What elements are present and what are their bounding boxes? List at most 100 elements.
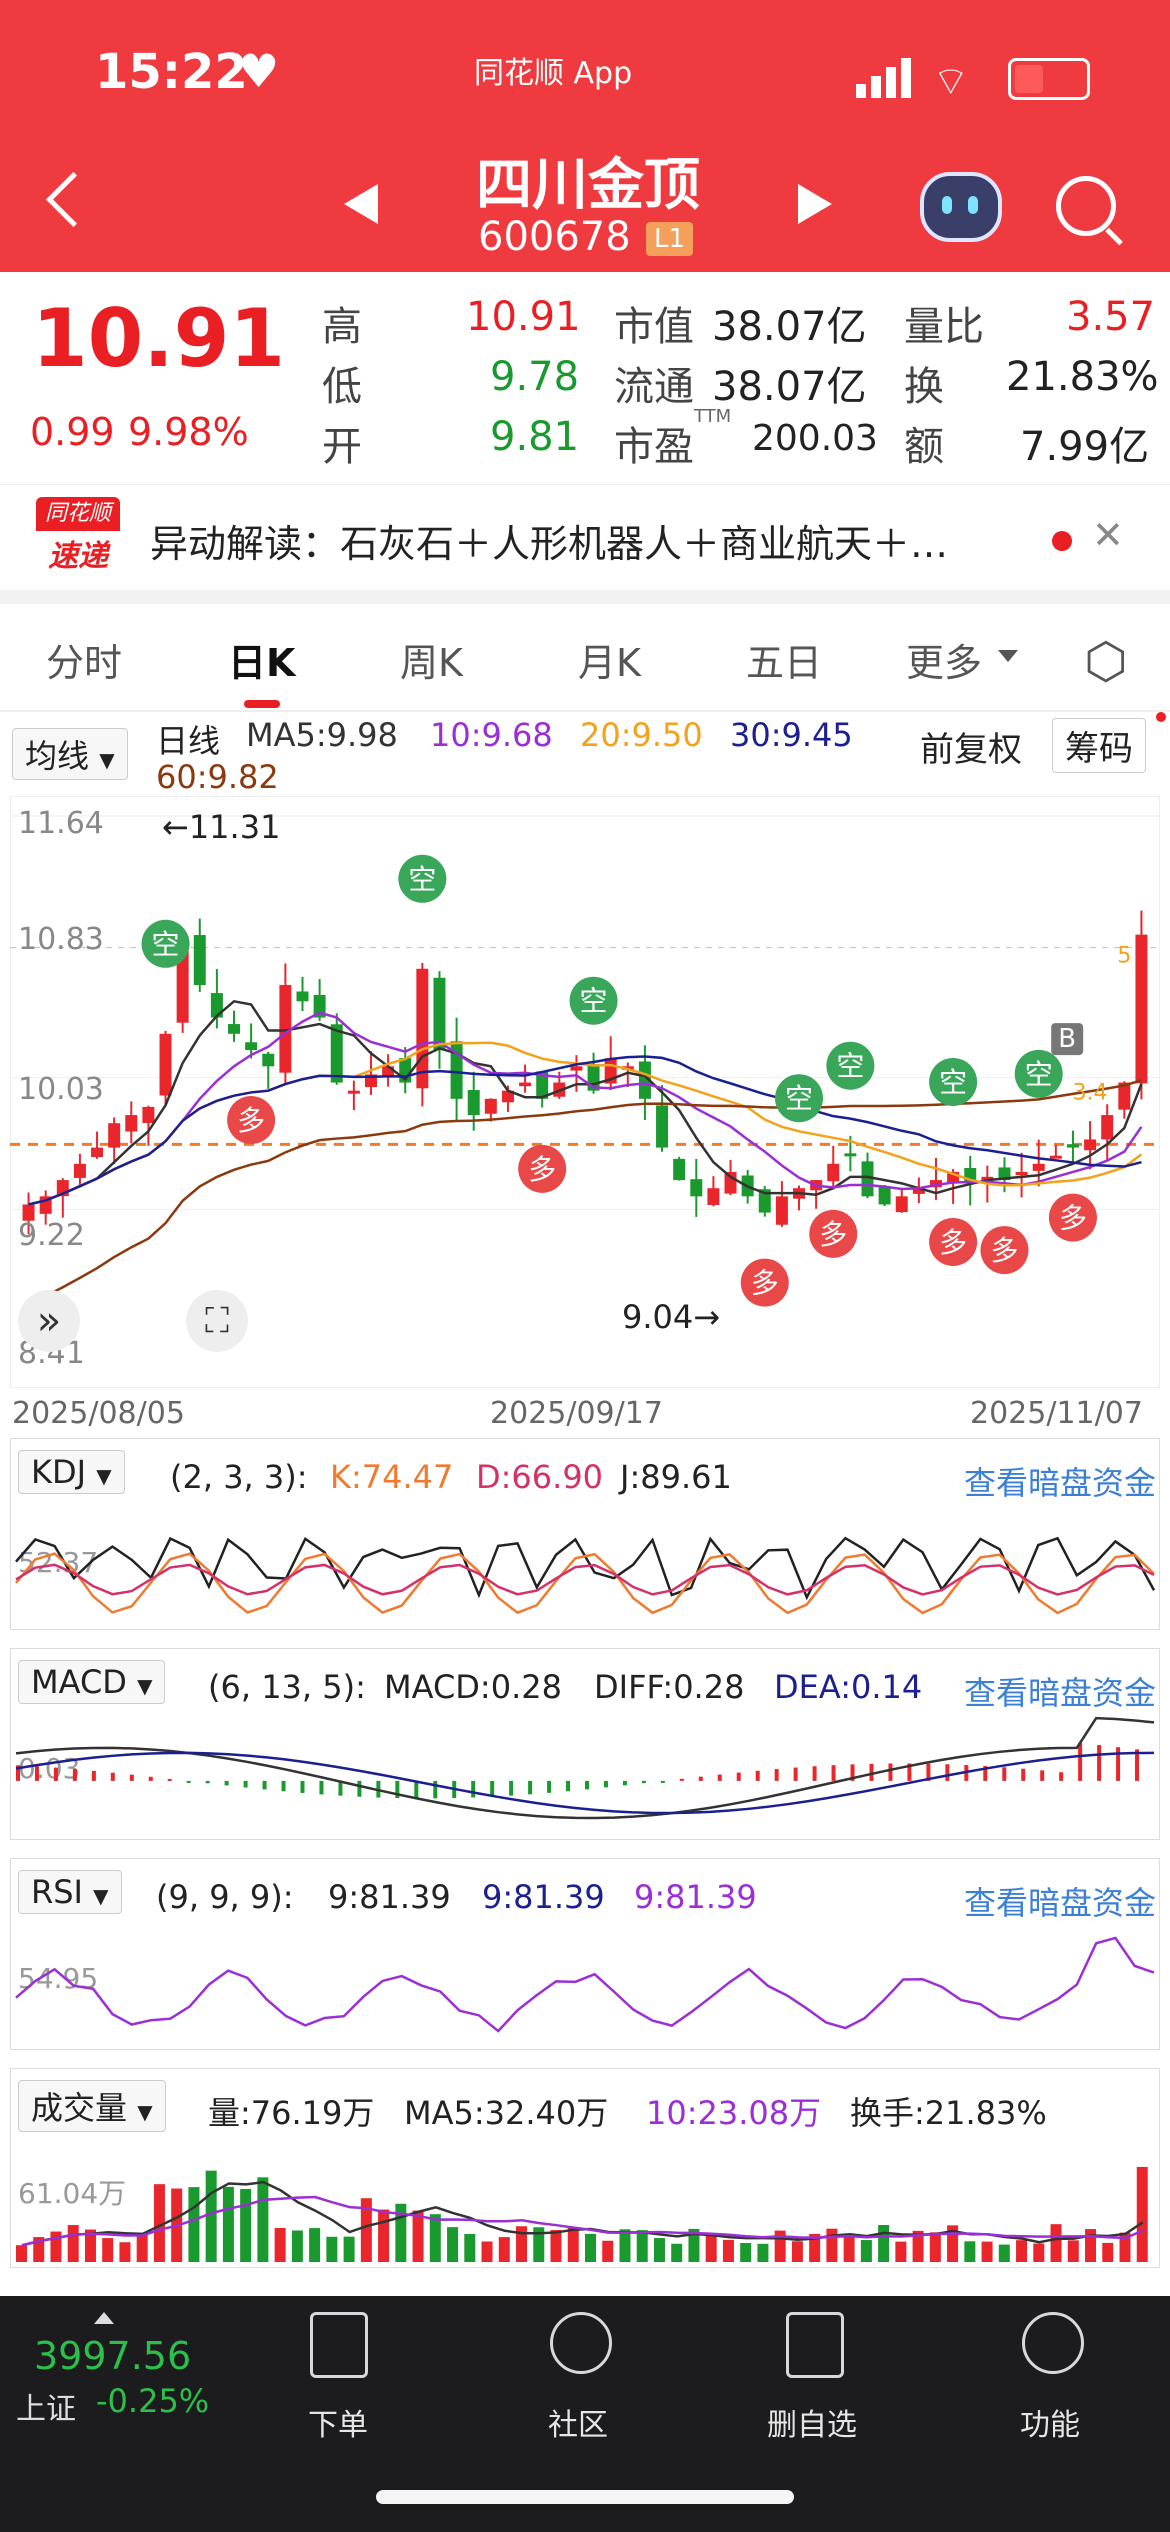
level-badge: L1 — [646, 222, 694, 256]
volume-bar — [343, 2236, 355, 2262]
macdchart-bar — [945, 1764, 950, 1781]
macdchart-bar — [698, 1776, 703, 1781]
date-start: 2025/08/05 — [12, 1396, 185, 1431]
macdchart-bar — [471, 1780, 476, 1798]
macdchart-bar — [1002, 1767, 1007, 1781]
volume-bar — [550, 2230, 562, 2262]
tab-weekly-k[interactable]: 周K — [400, 632, 463, 687]
last-price: 10.91 — [32, 292, 286, 385]
volume-bar — [429, 2214, 441, 2262]
back-icon[interactable] — [45, 171, 102, 228]
short-signal-label: 空 — [1025, 1058, 1053, 1091]
macd-dark-pool-link[interactable]: 查看暗盘资金 — [964, 1668, 1156, 1714]
kline-chart[interactable]: 空多空多空空空多多多多空空多SB563.4 — [10, 796, 1160, 1388]
candle-body — [673, 1158, 686, 1181]
tab-five-day[interactable]: 五日 — [746, 632, 822, 687]
ma5-value: MA5:9.98 — [246, 716, 398, 754]
index-value[interactable]: 3997.56 — [34, 2334, 191, 2378]
chevron-down-icon: ▼ — [99, 748, 115, 772]
order-button[interactable]: 下单 — [268, 2400, 408, 2444]
volume-selector[interactable]: 成交量 ▼ — [18, 2080, 166, 2132]
news-banner[interactable]: 同花顺 速递 异动解读：石灰石＋人形机器人＋商业航天＋… ✕ — [0, 484, 1170, 591]
candle-body — [125, 1115, 138, 1132]
kdj-dark-pool-link[interactable]: 查看暗盘资金 — [964, 1458, 1156, 1504]
candle-body — [296, 991, 309, 1002]
volume-value: 量:76.19万 — [208, 2094, 375, 2132]
next-stock-icon[interactable] — [798, 184, 832, 224]
app-header: 15:22 ♥ 同花顺 App ⌔ 四川金顶 600678 L1 — [0, 0, 1170, 272]
banner-text: 异动解读：石灰石＋人形机器人＋商业航天＋… — [150, 522, 949, 566]
tabs-underline — [0, 710, 1170, 712]
volume-bar — [16, 2245, 27, 2262]
candle-body — [467, 1090, 480, 1116]
volume-bar — [188, 2187, 200, 2262]
community-button[interactable]: 社区 — [508, 2400, 648, 2444]
volume-bar — [602, 2240, 614, 2262]
kline-ylabel-1: 10.83 — [18, 922, 104, 957]
kdj-selector[interactable]: KDJ ▼ — [18, 1450, 125, 1494]
chevron-down-icon: ▼ — [137, 2100, 153, 2124]
volume-bar — [757, 2243, 769, 2262]
rsi-selector[interactable]: RSI ▼ — [18, 1870, 122, 1914]
tab-more[interactable]: 更多 — [906, 632, 982, 687]
menu-icon[interactable] — [1022, 2312, 1084, 2374]
volume-ma5: MA5:32.40万 — [404, 2094, 609, 2132]
volume-bar — [378, 2209, 390, 2262]
candle-body — [878, 1187, 891, 1205]
volume-bar — [1085, 2229, 1097, 2262]
macdchart-bar — [300, 1780, 305, 1793]
tab-monthly-k[interactable]: 月K — [578, 632, 641, 687]
volume-bar — [205, 2170, 217, 2262]
prev-stock-icon[interactable] — [344, 184, 378, 224]
unread-dot-icon — [1052, 531, 1072, 551]
macdchart-bar — [72, 1769, 77, 1781]
remove-watchlist-icon[interactable] — [786, 2312, 844, 2378]
tab-intraday[interactable]: 分时 — [46, 632, 122, 687]
tab-daily-k[interactable]: 日K — [228, 632, 295, 687]
adjust-type-button[interactable]: 前复权 — [920, 722, 1022, 771]
volume-chart — [16, 2166, 1148, 2262]
robot-assistant-icon[interactable] — [920, 172, 1002, 242]
candle-body — [193, 935, 206, 986]
value-high: 10.91 — [466, 294, 581, 340]
fullscreen-icon[interactable]: ⛶ — [186, 1290, 248, 1352]
ma-period-label: 日线 — [156, 722, 221, 760]
macdchart-bar — [717, 1774, 722, 1781]
volume-bar — [412, 2210, 424, 2262]
candle-body — [484, 1098, 497, 1114]
macd-selector[interactable]: MACD ▼ — [18, 1660, 166, 1704]
order-icon[interactable] — [310, 2312, 368, 2378]
home-indicator — [376, 2490, 794, 2504]
rsi-chart — [15, 1936, 1155, 2033]
volume-ma10: 10:23.08万 — [646, 2094, 822, 2132]
candle-body — [108, 1123, 121, 1148]
rsi-dark-pool-link[interactable]: 查看暗盘资金 — [964, 1878, 1156, 1924]
kdjchart-line — [15, 1552, 1155, 1615]
chip-button[interactable]: 筹码 — [1052, 718, 1146, 773]
volume-bar — [826, 2228, 838, 2262]
candle-body — [159, 1033, 172, 1096]
ma-type-selector[interactable]: 均线 ▼ — [12, 728, 128, 780]
volume-bar — [1102, 2242, 1114, 2262]
macdchart-bar — [547, 1780, 552, 1793]
macdchart-bar — [528, 1780, 533, 1795]
macd-diff: DIFF:0.28 — [594, 1668, 745, 1706]
macdchart-bar — [566, 1780, 571, 1792]
label-float: 流通 — [614, 364, 694, 410]
macdchart-bar — [414, 1780, 419, 1799]
macdchart-bar — [262, 1780, 267, 1790]
expand-left-icon[interactable]: » — [18, 1290, 80, 1352]
long-signal-label: 多 — [751, 1267, 779, 1300]
settings-hexagon-icon[interactable]: ⬡ — [1084, 632, 1128, 690]
volume-bar — [705, 2234, 717, 2262]
community-icon[interactable] — [550, 2312, 612, 2374]
search-icon[interactable] — [1056, 176, 1123, 246]
index-name: 上证 — [16, 2392, 76, 2427]
ths-express-logo: 同花顺 速递 — [36, 497, 120, 575]
long-signal-label: 多 — [237, 1104, 265, 1137]
close-icon[interactable]: ✕ — [1092, 513, 1124, 557]
remove-watchlist-button[interactable]: 删自选 — [742, 2400, 882, 2444]
menu-button[interactable]: 功能 — [980, 2400, 1120, 2444]
long-signal-label: 多 — [528, 1153, 556, 1186]
volume-bar — [653, 2238, 665, 2262]
